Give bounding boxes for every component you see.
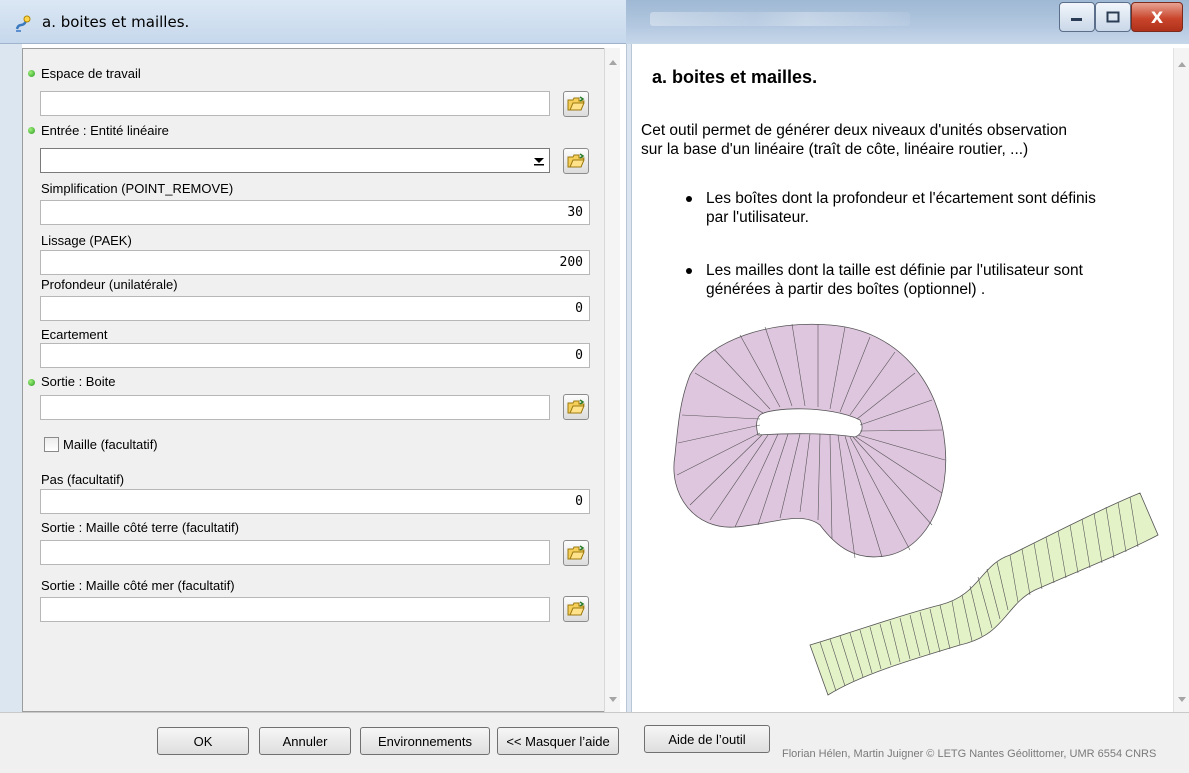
- scroll-up-icon: [609, 60, 617, 65]
- output-mesh-sea-label: Sortie : Maille côté mer (facultatif): [41, 578, 235, 593]
- output-box-label: Sortie : Boite: [41, 374, 116, 389]
- close-icon: X: [1150, 7, 1164, 27]
- maximize-button[interactable]: [1095, 2, 1131, 32]
- output-mesh-land-browse-button[interactable]: [563, 540, 589, 566]
- help-bullet2-line2: générées à partir des boîtes (optionnel)…: [706, 281, 986, 298]
- smoothing-label: Lissage (PAEK): [41, 233, 132, 248]
- parameters-scrollbar[interactable]: [604, 48, 620, 712]
- spacing-label: Ecartement: [41, 327, 108, 342]
- scroll-up-icon: [1178, 62, 1186, 67]
- bullet-icon: [686, 268, 692, 274]
- output-mesh-land-label: Sortie : Maille côté terre (facultatif): [41, 520, 239, 535]
- help-intro-line2: sur la base d'un linéaire (traît de côte…: [641, 141, 1029, 158]
- workspace-input[interactable]: [40, 91, 550, 116]
- help-intro-line1: Cet outil permet de générer deux niveaux…: [641, 122, 1068, 139]
- cancel-button[interactable]: Annuler: [259, 727, 351, 755]
- scroll-down-icon: [1178, 697, 1186, 702]
- required-dot-icon: [28, 127, 35, 134]
- boxes-shape: [673, 323, 947, 558]
- depth-input[interactable]: 0: [40, 296, 590, 321]
- help-bullet1-line2: par l'utilisateur.: [706, 209, 809, 226]
- window-title: a. boites et mailles.: [42, 13, 190, 31]
- tool-script-icon: [15, 15, 31, 32]
- folder-open-icon: [567, 601, 585, 616]
- combobox-dropdown-button[interactable]: [530, 149, 548, 172]
- output-mesh-land-input[interactable]: [40, 540, 550, 565]
- minimize-button[interactable]: [1059, 2, 1095, 32]
- help-bullet1-line1: Les boîtes dont la profondeur et l'écart…: [706, 190, 1096, 207]
- hide-help-button[interactable]: << Masquer l’aide: [497, 727, 619, 755]
- required-dot-icon: [28, 70, 35, 77]
- title-bar: a. boites et mailles. X: [0, 0, 1189, 44]
- scroll-down-icon: [609, 697, 617, 702]
- folder-open-icon: [567, 153, 585, 168]
- help-bullet2-line1: Les mailles dont la taille est définie p…: [706, 262, 1083, 279]
- credits-text: Florian Hélen, Martin Juigner © LETG Nan…: [782, 748, 1157, 760]
- environments-button[interactable]: Environnements: [360, 727, 490, 755]
- simplification-label: Simplification (POINT_REMOVE): [41, 181, 234, 196]
- required-dot-icon: [28, 379, 35, 386]
- mesh-checkbox-label: Maille (facultatif): [63, 437, 158, 452]
- workspace-browse-button[interactable]: [563, 91, 589, 117]
- minimize-icon: [1071, 18, 1082, 21]
- input-line-label: Entrée : Entité linéaire: [41, 123, 169, 138]
- window-frame-left: [0, 44, 22, 773]
- help-title: a. boites et mailles.: [652, 67, 818, 87]
- tool-help-button[interactable]: Aide de l’outil: [644, 725, 770, 753]
- background-window-blur: [650, 12, 910, 26]
- chevron-down-icon: [534, 157, 544, 165]
- simplification-input[interactable]: 30: [40, 200, 590, 225]
- output-mesh-sea-input[interactable]: [40, 597, 550, 622]
- input-line-browse-button[interactable]: [563, 148, 589, 174]
- depth-label: Profondeur (unilatérale): [41, 277, 178, 292]
- boxes-illustration: [673, 323, 947, 559]
- output-mesh-sea-browse-button[interactable]: [563, 596, 589, 622]
- step-label: Pas (facultatif): [41, 472, 125, 487]
- ok-button[interactable]: OK: [157, 727, 249, 755]
- help-illustration: [673, 323, 1159, 696]
- input-line-combobox[interactable]: [40, 148, 550, 173]
- workspace-label: Espace de travail: [41, 66, 141, 81]
- mesh-checkbox[interactable]: [44, 437, 59, 452]
- folder-open-icon: [567, 399, 585, 414]
- close-button[interactable]: X: [1131, 2, 1183, 32]
- step-input[interactable]: 0: [40, 489, 590, 514]
- help-scrollbar[interactable]: [1173, 48, 1189, 712]
- bullet-icon: [686, 196, 692, 202]
- maximize-icon: [1106, 11, 1120, 23]
- folder-open-icon: [567, 96, 585, 111]
- output-box-browse-button[interactable]: [563, 394, 589, 420]
- output-box-input[interactable]: [40, 395, 550, 420]
- smoothing-input[interactable]: 200: [40, 250, 590, 275]
- spacing-input[interactable]: 0: [40, 343, 590, 368]
- folder-open-icon: [567, 545, 585, 560]
